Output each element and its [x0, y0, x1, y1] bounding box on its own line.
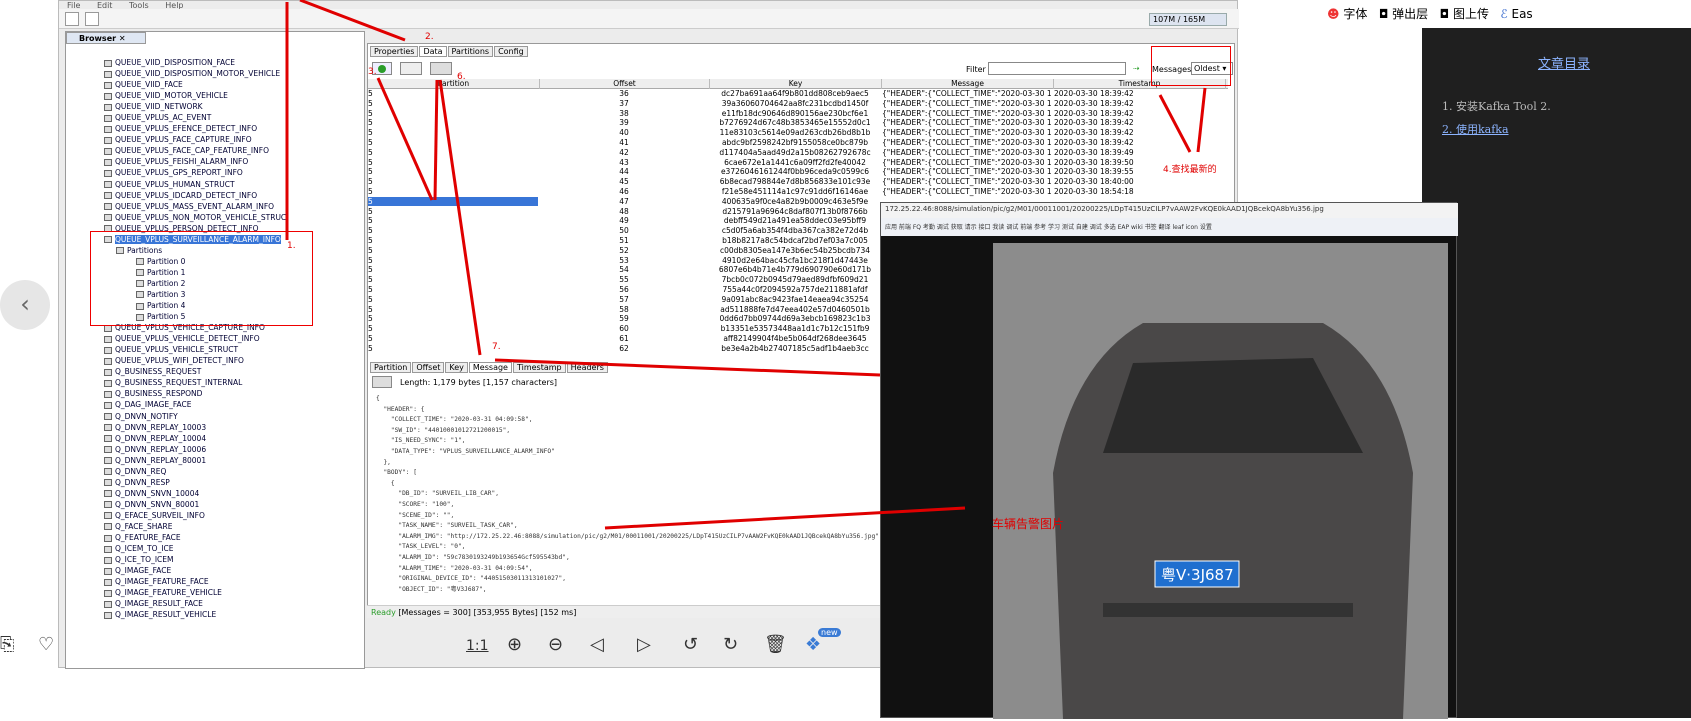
annotation-arrows — [285, 0, 1207, 530]
